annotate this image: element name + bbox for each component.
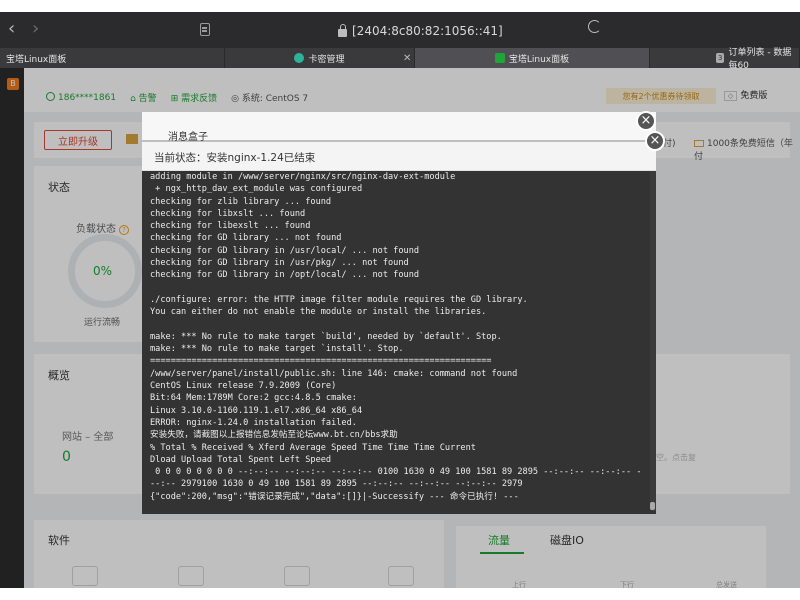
tab-label: 宝塔Linux面板	[6, 54, 67, 65]
log-scroll-thumb[interactable]	[650, 502, 655, 510]
log-line: CentOS Linux release 7.9.2009 (Core)	[150, 381, 337, 392]
back-arrow-icon[interactable]: ‹	[8, 20, 15, 38]
lock-icon	[338, 23, 347, 37]
site-favicon-icon	[294, 53, 305, 63]
install-log-output[interactable]: adding module in /www/server/nginx/src/n…	[150, 171, 642, 511]
close-message-box-icon[interactable]: ×	[636, 111, 656, 131]
log-line: adding module in /www/server/nginx/src/n…	[150, 172, 456, 182]
log-line: {"code":200,"msg":"错误记录完成","data":[]}|-S…	[150, 491, 519, 502]
log-line: checking for libexslt ... found	[150, 221, 311, 232]
log-line: + ngx_http_dav_ext_module was configured	[150, 184, 363, 195]
log-line: checking for zlib library ... found	[150, 196, 332, 207]
log-line: checking for GD library in /usr/pkg/ ...…	[150, 258, 409, 269]
address-bar[interactable]: [2404:8c80:82:1056::41]	[338, 22, 503, 40]
log-line: 安装失败，请截图以上报错信息发帖至论坛www.bt.cn/bbs求助	[150, 430, 398, 441]
log-line: Dload Upload Total Spent Left Speed	[150, 454, 332, 465]
tab-bar: 宝塔Linux面板 卡密管理 ✕ 宝塔Linux面板 3 订单列表 - 数据每6…	[0, 48, 800, 71]
log-line: make: *** No rule to make target `build'…	[150, 331, 502, 342]
message-box-title: 消息盒子	[168, 132, 208, 143]
log-line: Linux 3.10.0-1160.119.1.el7.x86_64 x86_6…	[150, 405, 363, 416]
bottom-strip	[0, 588, 800, 600]
dialog-title: 当前状态：安装nginx-1.24已结束	[154, 152, 316, 164]
log-line: --:-- 2979100 1630 0 49 100 1581 89 2895…	[150, 479, 523, 490]
shield-favicon-icon	[494, 53, 505, 63]
address-text: [2404:8c80:82:1056::41]	[352, 24, 503, 38]
reload-icon[interactable]	[588, 20, 601, 33]
log-line: ========================================…	[150, 356, 492, 367]
log-line: 0 0 0 0 0 0 0 0 --:--:-- --:--:-- --:--:…	[150, 467, 642, 478]
browser-toolbar: ‹ › [2404:8c80:82:1056::41]	[0, 12, 800, 48]
log-line: checking for GD library ... not found	[150, 233, 342, 244]
log-line: checking for libxslt ... found	[150, 208, 306, 219]
log-line: ./configure: error: the HTTP image filte…	[150, 294, 528, 305]
tab-label: 卡密管理	[308, 54, 345, 65]
message-box-header	[142, 112, 656, 140]
log-line: make: *** No rule to make target `instal…	[150, 344, 404, 355]
install-log-dialog: 当前状态：安装nginx-1.24已结束 adding module in /w…	[142, 142, 656, 514]
log-line: checking for GD library in /usr/local/ .…	[150, 245, 420, 256]
log-line: ERROR: nginx-1.24.0 installation failed.	[150, 417, 357, 428]
tab-order-list[interactable]: 3 订单列表 - 数据每60	[650, 48, 800, 71]
tab-label: 宝塔Linux面板	[508, 54, 570, 65]
log-line: checking for GD library in /opt/local/ .…	[150, 270, 420, 281]
log-line: You can either do not enable the module …	[150, 307, 487, 318]
tab-baota-active[interactable]: ✕ 宝塔Linux面板	[403, 48, 650, 68]
close-dialog-icon[interactable]: ×	[645, 131, 665, 151]
log-line: Bit:64 Mem:1789M Core:2 gcc:4.8.5 cmake:	[150, 393, 357, 404]
forward-arrow-icon[interactable]: ›	[32, 20, 39, 38]
log-line: /www/server/panel/install/public.sh: lin…	[150, 368, 518, 379]
log-line: % Total % Received % Xferd Average Speed…	[150, 442, 476, 453]
dialog-header: 当前状态：安装nginx-1.24已结束	[142, 142, 656, 171]
reader-icon[interactable]	[200, 23, 210, 36]
log-scrollbar[interactable]	[650, 171, 656, 511]
tab-badge-icon: 3	[716, 53, 725, 63]
tab-card-management[interactable]: 卡密管理	[225, 48, 415, 68]
close-tab-icon[interactable]: ✕	[403, 53, 411, 64]
tab-baota-1[interactable]: 宝塔Linux面板	[0, 48, 225, 68]
